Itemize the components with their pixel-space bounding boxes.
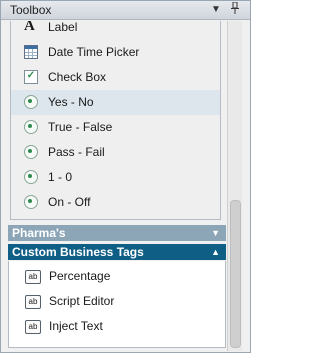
text-field-icon: ab: [25, 295, 41, 309]
section-label: Pharma's: [12, 226, 66, 240]
collapse-arrow-icon: ▲: [211, 247, 220, 257]
radio-icon: [24, 195, 38, 209]
toolbox-panel: Toolbox ▼ A Label Date Time Picker ✓ Che…: [0, 0, 251, 353]
label-icon: A: [24, 21, 35, 34]
item-label: Check Box: [48, 70, 107, 84]
text-field-icon: ab: [25, 270, 41, 284]
expand-arrow-icon: ▼: [211, 228, 220, 238]
toolbox-titlebar: Toolbox ▼: [1, 1, 250, 20]
radio-icon: [24, 95, 38, 109]
toolbox-title: Toolbox: [10, 3, 52, 17]
item-label: Label: [48, 21, 78, 34]
toolbox-item-on-off[interactable]: On - Off: [11, 190, 220, 215]
toolbox-item-inject-text[interactable]: ab Inject Text: [9, 314, 225, 338]
toolbox-item-date-time-picker[interactable]: Date Time Picker: [11, 40, 220, 65]
item-label: 1 - 0: [48, 170, 73, 184]
section-header-custom-business-tags[interactable]: Custom Business Tags ▲: [8, 244, 226, 260]
scrollbar-thumb[interactable]: [230, 200, 241, 348]
section-header-pharmas[interactable]: Pharma's ▼: [8, 225, 226, 241]
item-label: Inject Text: [49, 319, 103, 333]
toolbox-item-percentage[interactable]: ab Percentage: [9, 264, 225, 288]
toolbox-item-script-editor[interactable]: ab Script Editor: [9, 289, 225, 313]
radio-icon: [24, 120, 38, 134]
toolbox-item-pass-fail[interactable]: Pass - Fail: [11, 140, 220, 165]
toolbox-item-1-0[interactable]: 1 - 0: [11, 165, 220, 190]
item-label: True - False: [48, 120, 113, 134]
item-label: Script Editor: [49, 294, 115, 308]
radio-icon: [24, 145, 38, 159]
item-label: On - Off: [48, 195, 91, 209]
vertical-scrollbar[interactable]: [227, 21, 242, 351]
radio-icon: [24, 170, 38, 184]
toolbox-item-check-box[interactable]: ✓ Check Box: [11, 65, 220, 90]
datetime-picker-icon: [24, 45, 38, 59]
toolbox-item-label[interactable]: A Label: [11, 21, 220, 40]
toolbox-item-yes-no[interactable]: Yes - No: [11, 90, 220, 115]
window-position-dropdown-icon[interactable]: ▼: [209, 2, 223, 17]
toolbox-item-true-false[interactable]: True - False: [11, 115, 220, 140]
auto-hide-pin-icon[interactable]: [228, 1, 242, 17]
checkbox-icon: ✓: [24, 70, 38, 84]
text-field-icon: ab: [25, 320, 41, 334]
custom-business-tags-list: ab Percentage ab Script Editor ab Inject…: [8, 261, 226, 348]
standard-controls-list: A Label Date Time Picker ✓ Check Box Yes…: [10, 21, 221, 220]
item-label: Percentage: [49, 269, 111, 283]
item-label: Date Time Picker: [48, 45, 140, 59]
section-label: Custom Business Tags: [12, 245, 144, 259]
item-label: Pass - Fail: [48, 145, 105, 159]
item-label: Yes - No: [48, 95, 94, 109]
